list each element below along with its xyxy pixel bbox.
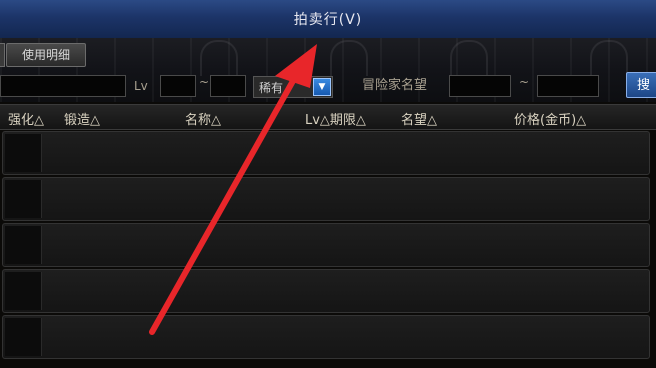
arrow-head xyxy=(275,44,317,88)
arrow-shaft xyxy=(149,69,301,335)
annotation-arrow xyxy=(149,44,317,335)
